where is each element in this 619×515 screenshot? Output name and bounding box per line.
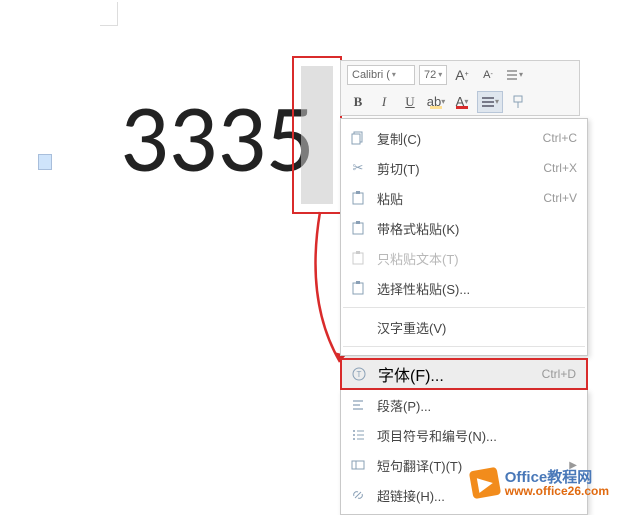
font-size-selector[interactable]: 72▾ xyxy=(419,65,447,85)
menu-separator xyxy=(343,307,585,308)
menu-cut-shortcut: Ctrl+X xyxy=(543,161,577,175)
menu-copy-label: 复制(C) xyxy=(377,129,533,148)
menu-paragraph-label: 段落(P)... xyxy=(377,396,577,415)
blank-icon xyxy=(349,318,367,336)
text-selection-highlight xyxy=(301,66,333,204)
watermark-brand: Office教程网 xyxy=(505,470,609,485)
menu-paste-text: 只粘贴文本(T) xyxy=(341,243,587,273)
context-menu: 复制(C) Ctrl+C ✂ 剪切(T) Ctrl+X 粘贴 Ctrl+V 带格… xyxy=(340,118,588,356)
scissors-icon: ✂ xyxy=(349,159,367,177)
translate-icon xyxy=(349,456,367,474)
menu-paste-text-label: 只粘贴文本(T) xyxy=(377,249,577,268)
align-justify-icon xyxy=(481,96,495,108)
menu-paste-special[interactable]: 选择性粘贴(S)... xyxy=(341,273,587,303)
watermark-logo-icon: ▶ xyxy=(469,467,501,499)
mini-toolbar: Calibri (▾ 72▾ A+ A- ▾ B I U ab▾ A▾ ▾ xyxy=(340,60,580,116)
watermark: ▶ Office教程网 www.office26.com xyxy=(471,469,609,497)
menu-bullets-label: 项目符号和编号(N)... xyxy=(377,426,577,445)
menu-reselect-hanzi[interactable]: 汉字重选(V) xyxy=(341,312,587,342)
menu-copy-shortcut: Ctrl+C xyxy=(543,131,577,145)
grow-font-button[interactable]: A+ xyxy=(451,64,473,86)
font-family-selector[interactable]: Calibri (▾ xyxy=(347,65,415,85)
chevron-down-icon: ▾ xyxy=(519,70,523,79)
menu-cut[interactable]: ✂ 剪切(T) Ctrl+X xyxy=(341,153,587,183)
chevron-down-icon: ▾ xyxy=(464,97,468,106)
underline-button[interactable]: U xyxy=(399,91,421,113)
menu-paste-shortcut: Ctrl+V xyxy=(543,191,577,205)
menu-separator xyxy=(343,346,585,347)
format-painter-button[interactable] xyxy=(507,91,529,113)
hyperlink-icon xyxy=(349,486,367,504)
watermark-url: www.office26.com xyxy=(505,485,609,497)
chevron-down-icon: ▾ xyxy=(495,97,499,106)
bold-button[interactable]: B xyxy=(347,91,369,113)
paragraph-icon xyxy=(349,396,367,414)
document-text[interactable]: 3335 xyxy=(120,80,315,197)
menu-font-highlighted[interactable]: T 字体(F)... Ctrl+D xyxy=(340,358,588,390)
line-spacing-icon xyxy=(505,68,519,82)
chevron-down-icon: ▾ xyxy=(392,70,396,79)
bullets-icon xyxy=(349,426,367,444)
annotation-selection-box xyxy=(292,56,342,214)
menu-paste-special-label: 选择性粘贴(S)... xyxy=(377,279,577,298)
copy-icon xyxy=(349,129,367,147)
menu-paste[interactable]: 粘贴 Ctrl+V xyxy=(341,183,587,213)
shrink-font-button[interactable]: A- xyxy=(477,64,499,86)
menu-cut-label: 剪切(T) xyxy=(377,159,533,178)
clipboard-format-icon xyxy=(349,219,367,237)
clipboard-text-icon xyxy=(349,249,367,267)
clipboard-special-icon xyxy=(349,279,367,297)
menu-paste-format[interactable]: 带格式粘贴(K) xyxy=(341,213,587,243)
menu-bullets[interactable]: 项目符号和编号(N)... xyxy=(341,420,587,450)
menu-copy[interactable]: 复制(C) Ctrl+C xyxy=(341,123,587,153)
font-size-label: 72 xyxy=(424,69,436,81)
page-corner xyxy=(100,2,118,26)
font-family-label: Calibri ( xyxy=(352,69,390,81)
line-spacing-button[interactable]: ▾ xyxy=(503,64,525,86)
format-painter-icon xyxy=(511,95,525,109)
menu-font-shortcut: Ctrl+D xyxy=(542,367,576,381)
chevron-down-icon: ▾ xyxy=(438,70,442,79)
clipboard-icon xyxy=(349,189,367,207)
menu-paste-format-label: 带格式粘贴(K) xyxy=(377,219,577,238)
svg-text:T: T xyxy=(357,370,362,379)
highlight-button[interactable]: ab▾ xyxy=(425,91,447,113)
font-color-button[interactable]: A▾ xyxy=(451,91,473,113)
menu-paragraph[interactable]: 段落(P)... xyxy=(341,390,587,420)
alignment-button[interactable]: ▾ xyxy=(477,91,503,113)
menu-paste-label: 粘贴 xyxy=(377,189,533,208)
menu-font-label: 字体(F)... xyxy=(378,362,542,386)
italic-button[interactable]: I xyxy=(373,91,395,113)
menu-reselect-label: 汉字重选(V) xyxy=(377,318,577,337)
chevron-down-icon: ▾ xyxy=(441,97,445,106)
font-dialog-icon: T xyxy=(350,365,368,383)
page-thumbnail-icon xyxy=(38,154,52,170)
